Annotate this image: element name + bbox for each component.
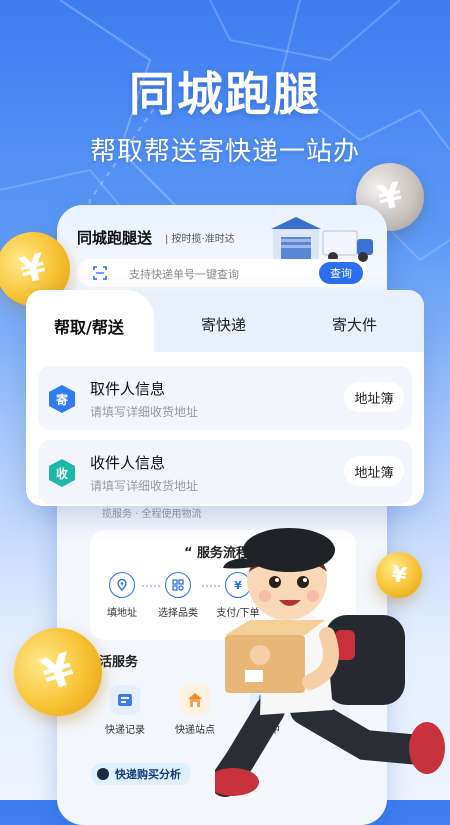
life-services-title: 活服务 — [99, 655, 139, 670]
sender-address-book-button[interactable]: 地址簿 — [344, 382, 404, 412]
tab-bar: 帮取/帮送 寄快递 寄大件 — [26, 290, 424, 352]
receiver-placeholder: 请填写详细收货地址 — [90, 479, 199, 493]
sender-info-row[interactable]: 寄 取件人信息 请填写详细收货地址 › 地址簿 — [38, 366, 412, 430]
purchase-analysis-pill[interactable]: 快递购买分析 — [91, 763, 191, 785]
send-badge-icon: 寄 — [48, 384, 76, 414]
flow-step-label: 选择品类 — [158, 608, 198, 619]
life-item[interactable]: 快递记录 — [90, 685, 160, 736]
flow-step: 填地址 — [92, 572, 152, 619]
flow-step-label: 填地址 — [107, 608, 137, 619]
tab-pickup-delivery[interactable]: 帮取/帮送 — [54, 314, 124, 338]
app-name: 同城跑腿送 — [77, 229, 153, 247]
sender-placeholder: 请填写详细收货地址 — [90, 405, 199, 419]
hero-title: 同城跑腿 — [129, 67, 321, 121]
category-grid-icon — [165, 572, 191, 598]
receiver-title: 收件人信息 — [90, 454, 166, 472]
life-item-label: 快递记录 — [105, 725, 145, 736]
record-box-icon — [110, 685, 140, 715]
partial-service-text: 揽服务 · 全程使用物流 — [102, 509, 202, 520]
tab-send-express[interactable]: 寄快递 — [201, 314, 246, 335]
receiver-info-row[interactable]: 收 收件人信息 请填写详细收货地址 › 地址簿 — [38, 440, 412, 504]
receiver-address-book-button[interactable]: 地址簿 — [344, 456, 404, 486]
station-icon — [180, 685, 210, 715]
receive-badge-icon: 收 — [48, 458, 76, 488]
courier-boy-illustration — [215, 528, 445, 797]
search-button[interactable]: 查询 — [319, 262, 363, 284]
analysis-label: 快递购买分析 — [115, 768, 181, 781]
order-card: 帮取/帮送 寄快递 寄大件 寄 取件人信息 请填写详细收货地址 › 地址簿 收 … — [26, 290, 424, 506]
search-input[interactable]: 支持快递单号一键查询 — [129, 266, 239, 282]
sender-title: 取件人信息 — [90, 380, 166, 398]
tracking-search-bar[interactable]: 支持快递单号一键查询 查询 — [77, 259, 367, 287]
scan-icon[interactable] — [93, 266, 107, 280]
location-pin-icon — [109, 572, 135, 598]
tab-send-large[interactable]: 寄大件 — [332, 314, 377, 335]
app-tagline: | 按时揽·准时达 — [165, 234, 235, 245]
app-header: 同城跑腿送 | 按时揽·准时达 支持快递单号一键查询 查询 — [57, 205, 387, 297]
analysis-dot-icon — [97, 768, 109, 780]
warehouse-truck-icon — [271, 217, 373, 262]
hero-subtitle: 帮取帮送寄快递一站办 — [89, 137, 360, 167]
flow-step: 选择品类 — [148, 572, 208, 619]
